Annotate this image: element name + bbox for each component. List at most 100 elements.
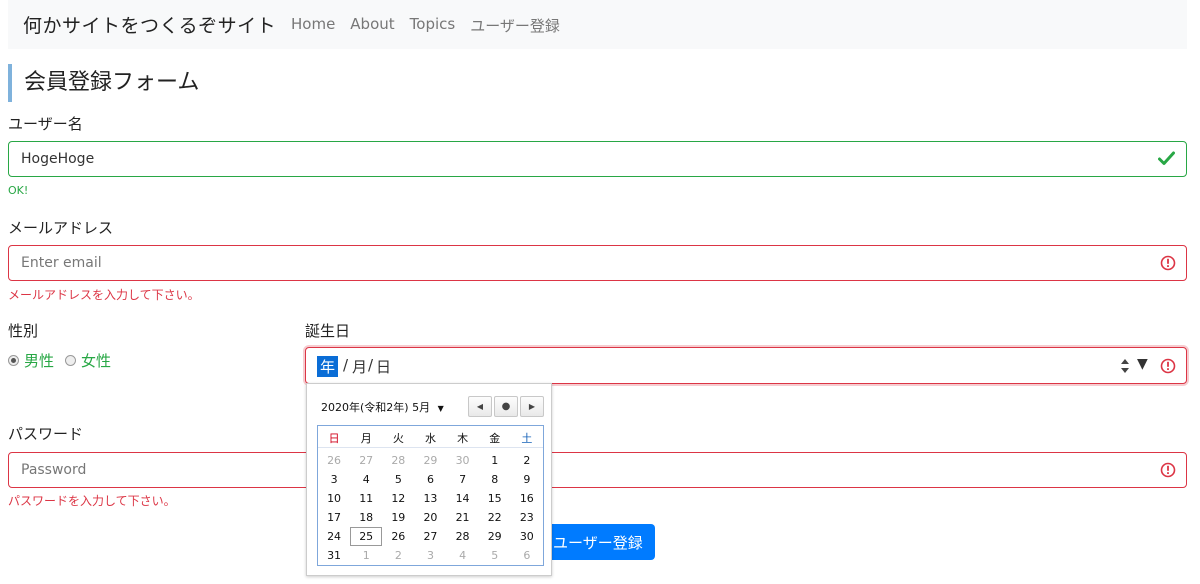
calendar-day[interactable]: 8 bbox=[479, 470, 511, 489]
chevron-right-icon: ▶ bbox=[528, 402, 536, 411]
calendar-week-row: 24 25 26 27 28 29 30 bbox=[318, 527, 543, 546]
password-input[interactable] bbox=[8, 452, 1187, 488]
calendar-day[interactable]: 23 bbox=[511, 508, 543, 527]
today-button[interactable]: ● bbox=[494, 396, 518, 417]
email-label: メールアドレス bbox=[8, 219, 114, 237]
calendar-day[interactable]: 15 bbox=[479, 489, 511, 508]
calendar-week-row: 17 18 19 20 21 22 23 bbox=[318, 508, 543, 527]
calendar-day[interactable]: 13 bbox=[414, 489, 446, 508]
calendar-day[interactable]: 5 bbox=[479, 546, 511, 565]
calendar-day[interactable]: 19 bbox=[382, 508, 414, 527]
calendar-week-row: 3456789 bbox=[318, 470, 543, 489]
gender-label: 性別 bbox=[8, 322, 39, 340]
calendar-dropdown-icon[interactable]: ▼ bbox=[1137, 356, 1148, 372]
spin-buttons-icon[interactable] bbox=[1120, 356, 1130, 376]
chevron-left-icon: ◀ bbox=[476, 402, 484, 411]
chevron-down-icon: ▼ bbox=[437, 404, 444, 413]
email-feedback: メールアドレスを入力して下さい。 bbox=[8, 288, 200, 302]
gender-male-label: 男性 bbox=[24, 352, 55, 370]
date-separator: / bbox=[368, 356, 374, 374]
birthday-label: 誕生日 bbox=[305, 322, 351, 340]
calendar-day[interactable]: 1 bbox=[479, 451, 511, 470]
calendar-day[interactable]: 3 bbox=[318, 470, 350, 489]
calendar-day[interactable]: 30 bbox=[511, 527, 543, 546]
calendar-day[interactable]: 26 bbox=[318, 451, 350, 470]
radio-female[interactable] bbox=[65, 355, 76, 366]
radio-male[interactable] bbox=[8, 355, 19, 366]
calendar-week-row: 31 1 2 3 4 5 6 bbox=[318, 546, 543, 565]
nav-link-user-register[interactable]: ユーザー登録 bbox=[470, 15, 560, 36]
prev-month-button[interactable]: ◀ bbox=[468, 396, 492, 417]
calendar-day[interactable]: 3 bbox=[414, 546, 446, 565]
weekday-label: 金 bbox=[489, 432, 501, 445]
date-segment-year[interactable]: 年 bbox=[317, 356, 339, 377]
username-input[interactable] bbox=[8, 141, 1187, 177]
weekday-label: 月 bbox=[360, 432, 372, 445]
nav-link-topics[interactable]: Topics bbox=[410, 15, 456, 36]
calendar-day[interactable]: 4 bbox=[350, 470, 382, 489]
calendar-day[interactable]: 4 bbox=[447, 546, 479, 565]
nav-link-home[interactable]: Home bbox=[291, 15, 335, 36]
password-feedback: パスワードを入力して下さい。 bbox=[8, 494, 176, 508]
date-segment-month[interactable]: 月 bbox=[352, 356, 367, 377]
nav-links: Home About Topics ユーザー登録 bbox=[291, 15, 560, 36]
date-segment-day[interactable]: 日 bbox=[376, 356, 391, 377]
calendar-day[interactable]: 18 bbox=[350, 508, 382, 527]
site-brand[interactable]: 何かサイトをつくるぞサイト bbox=[23, 11, 276, 38]
gender-option-female[interactable]: 女性 bbox=[65, 350, 111, 371]
date-picker-popup: 2020年(令和2年) 5月 ▼ ◀ ● ▶ 日 月 火 水 木 金 土 26 2… bbox=[306, 383, 552, 576]
navbar: 何かサイトをつくるぞサイト Home About Topics ユーザー登録 bbox=[8, 0, 1187, 49]
calendar-month-select[interactable]: 2020年(令和2年) 5月 ▼ bbox=[321, 399, 444, 415]
calendar-day[interactable]: 5 bbox=[382, 470, 414, 489]
birthday-date-input[interactable]: 年 / 月 / 日 ▼ bbox=[305, 347, 1187, 384]
calendar-day[interactable]: 11 bbox=[350, 489, 382, 508]
nav-link-about[interactable]: About bbox=[350, 15, 394, 36]
calendar-week-row: 26 27 28 29 30 1 2 bbox=[318, 451, 543, 470]
calendar-day[interactable]: 2 bbox=[511, 451, 543, 470]
calendar-day[interactable]: 31 bbox=[318, 546, 350, 565]
weekday-label: 火 bbox=[392, 432, 404, 445]
calendar-weekday-row: 日 月 火 水 木 金 土 bbox=[318, 429, 543, 448]
calendar-week-row: 10 11 12 13 14 15 16 bbox=[318, 489, 543, 508]
calendar-day[interactable]: 27 bbox=[350, 451, 382, 470]
calendar-day[interactable]: 10 bbox=[318, 489, 350, 508]
calendar-day[interactable]: 16 bbox=[511, 489, 543, 508]
calendar-day[interactable]: 22 bbox=[479, 508, 511, 527]
calendar-day[interactable]: 30 bbox=[447, 451, 479, 470]
calendar-day[interactable]: 20 bbox=[414, 508, 446, 527]
calendar-day[interactable]: 17 bbox=[318, 508, 350, 527]
calendar-day[interactable]: 12 bbox=[382, 489, 414, 508]
date-separator: / bbox=[343, 356, 349, 374]
exclamation-circle-icon bbox=[1160, 358, 1176, 378]
calendar-day[interactable]: 27 bbox=[414, 527, 446, 546]
next-month-button[interactable]: ▶ bbox=[520, 396, 544, 417]
calendar-day[interactable]: 6 bbox=[414, 470, 446, 489]
calendar-day[interactable]: 7 bbox=[447, 470, 479, 489]
calendar-day[interactable]: 6 bbox=[511, 546, 543, 565]
exclamation-circle-icon bbox=[1160, 255, 1176, 275]
calendar-day[interactable]: 1 bbox=[350, 546, 382, 565]
calendar-day[interactable]: 28 bbox=[447, 527, 479, 546]
form-title: 会員登録フォーム bbox=[8, 64, 199, 102]
weekday-label: 水 bbox=[424, 432, 436, 445]
exclamation-circle-icon bbox=[1160, 462, 1176, 482]
calendar-day[interactable]: 9 bbox=[511, 470, 543, 489]
password-label: パスワード bbox=[8, 425, 84, 443]
gender-option-male[interactable]: 男性 bbox=[8, 350, 54, 371]
calendar-day[interactable]: 28 bbox=[382, 451, 414, 470]
username-label: ユーザー名 bbox=[8, 115, 83, 133]
calendar-day[interactable]: 25 bbox=[350, 527, 383, 546]
calendar-day[interactable]: 29 bbox=[479, 527, 511, 546]
calendar-day[interactable]: 14 bbox=[447, 489, 479, 508]
submit-button[interactable]: ユーザー登録 bbox=[541, 524, 655, 560]
calendar-day[interactable]: 21 bbox=[447, 508, 479, 527]
weekday-label: 日 bbox=[328, 432, 340, 445]
calendar-day[interactable]: 26 bbox=[382, 527, 414, 546]
calendar-day[interactable]: 2 bbox=[382, 546, 414, 565]
calendar-month-label: 2020年(令和2年) 5月 bbox=[321, 401, 431, 414]
calendar-day[interactable]: 29 bbox=[414, 451, 446, 470]
email-input[interactable] bbox=[8, 245, 1187, 281]
weekday-label: 木 bbox=[457, 432, 469, 445]
dot-icon: ● bbox=[501, 401, 511, 412]
calendar-day[interactable]: 24 bbox=[318, 527, 350, 546]
